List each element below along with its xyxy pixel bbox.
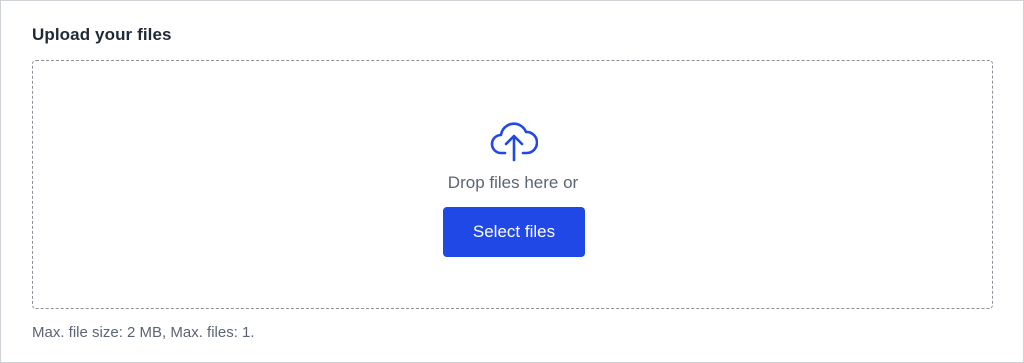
upload-title: Upload your files (32, 25, 172, 44)
upload-panel: Upload your files Drop files here or Sel… (0, 0, 1024, 363)
drop-files-text: Drop files here or (447, 173, 579, 192)
select-files-button[interactable]: Select files (443, 207, 585, 257)
file-limits-text: Max. file size: 2 MB, Max. files: 1. (32, 324, 255, 341)
cloud-upload-icon (490, 122, 538, 162)
